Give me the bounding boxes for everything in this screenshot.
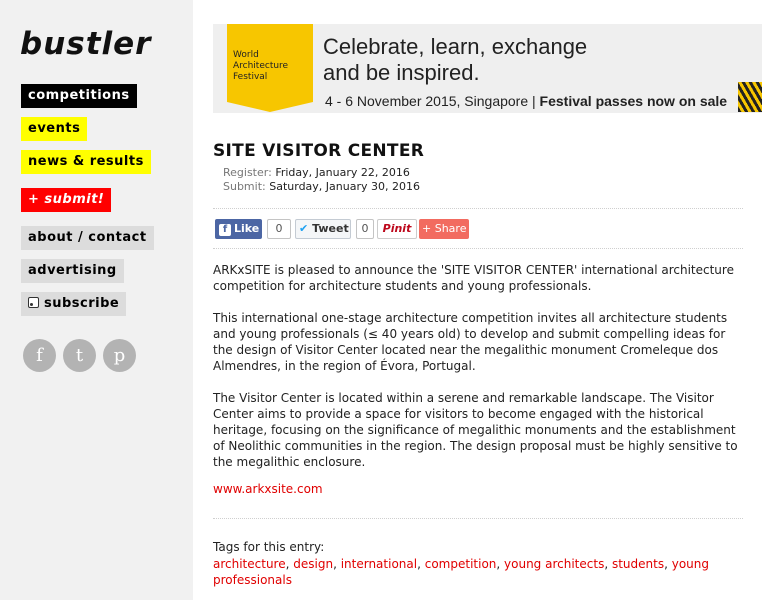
nav-subscribe-label: subscribe xyxy=(44,296,120,311)
tag-separator: , xyxy=(417,557,425,571)
banner-date-line: 4 - 6 November 2015, Singapore | Festiva… xyxy=(325,93,727,109)
facebook-icon[interactable]: f xyxy=(23,339,56,372)
register-date: Friday, January 22, 2016 xyxy=(275,166,410,179)
divider xyxy=(213,208,743,209)
rss-icon xyxy=(28,297,39,308)
world-architecture-festival-logo: World Architecture Festival xyxy=(227,24,313,112)
article-paragraph: ARKxSITE is pleased to announce the 'SIT… xyxy=(213,263,734,293)
tweet-button[interactable]: ✔ Tweet xyxy=(295,219,351,239)
nav-news-results[interactable]: news & results xyxy=(21,150,151,174)
banner-decoration xyxy=(738,82,762,112)
share-label: Share xyxy=(434,222,467,235)
tags-label: Tags for this entry: xyxy=(213,540,325,554)
register-deadline: Register: Friday, January 22, 2016 xyxy=(223,166,410,179)
website-link[interactable]: www.arkxsite.com xyxy=(213,482,323,496)
tag-separator: , xyxy=(333,557,341,571)
banner-headline-line2: and be inspired. xyxy=(323,60,480,85)
tags-list: architecture, design, international, com… xyxy=(213,556,748,588)
tag-link[interactable]: architecture xyxy=(213,557,286,571)
tag-separator: , xyxy=(664,557,672,571)
sidebar: bustler competitions events news & resul… xyxy=(0,0,193,600)
nav-about-contact[interactable]: about / contact xyxy=(21,226,154,250)
banner-cta: Festival passes now on sale xyxy=(539,93,728,109)
banner-date: 4 - 6 November 2015, Singapore | xyxy=(325,93,536,109)
divider xyxy=(213,518,743,519)
like-count: 0 xyxy=(267,219,291,239)
banner-headline: Celebrate, learn, exchange and be inspir… xyxy=(323,34,587,86)
tag-link[interactable]: design xyxy=(293,557,333,571)
tag-separator: , xyxy=(604,557,612,571)
nav-submit[interactable]: + submit! xyxy=(21,188,112,212)
nav-competitions[interactable]: competitions xyxy=(21,84,137,108)
article-paragraph: This international one-stage architectur… xyxy=(213,311,728,373)
like-label: Like xyxy=(234,222,260,235)
tweet-label: Tweet xyxy=(312,222,349,235)
submit-deadline: Submit: Saturday, January 30, 2016 xyxy=(223,180,420,193)
page-title: SITE VISITOR CENTER xyxy=(213,141,425,161)
submit-label: Submit: xyxy=(223,180,266,193)
tag-link[interactable]: international xyxy=(341,557,417,571)
tag-link[interactable]: students xyxy=(612,557,664,571)
tag-link[interactable]: competition xyxy=(425,557,497,571)
divider xyxy=(213,248,743,249)
share-button[interactable]: + Share xyxy=(419,219,469,239)
facebook-like-button[interactable]: f Like xyxy=(215,219,262,239)
plus-icon: + xyxy=(422,222,432,235)
banner-headline-line1: Celebrate, learn, exchange xyxy=(323,34,588,59)
twitter-bird-icon: ✔ xyxy=(299,222,309,235)
festival-banner-ad[interactable]: World Architecture Festival Celebrate, l… xyxy=(213,24,762,113)
pin-it-button[interactable]: Pinit xyxy=(377,219,417,239)
nav-subscribe[interactable]: subscribe xyxy=(21,292,127,316)
facebook-small-icon: f xyxy=(219,224,231,236)
tag-link[interactable]: young architects xyxy=(504,557,604,571)
nav-events[interactable]: events xyxy=(21,117,88,141)
tag-separator: , xyxy=(496,557,505,571)
twitter-icon[interactable]: t xyxy=(63,339,96,372)
article-paragraph: The Visitor Center is located within a s… xyxy=(213,391,738,469)
tweet-count: 0 xyxy=(356,219,374,239)
waf-logo-text: World Architecture Festival xyxy=(233,50,289,82)
submit-date: Saturday, January 30, 2016 xyxy=(269,180,420,193)
site-logo[interactable]: bustler xyxy=(20,26,151,62)
nav-advertising[interactable]: advertising xyxy=(21,259,124,283)
pinterest-icon[interactable]: p xyxy=(103,339,136,372)
register-label: Register: xyxy=(223,166,272,179)
